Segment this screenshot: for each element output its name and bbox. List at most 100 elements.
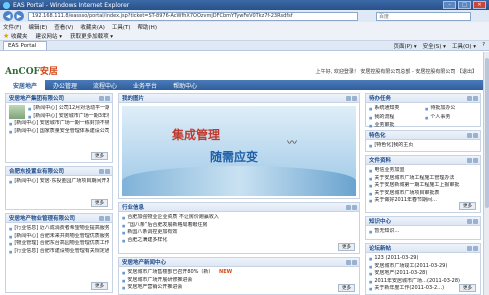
panel-knowledge: 知识中心 暂无知识… — [365, 216, 481, 240]
seagull-icon: 〰 — [287, 138, 297, 149]
nav-business[interactable]: 业务平台 — [125, 81, 165, 90]
more-button[interactable]: 更多 — [459, 284, 476, 292]
forward-button[interactable]: ▶ — [14, 11, 24, 21]
close-icon[interactable] — [105, 215, 110, 221]
suggested-sites-link[interactable]: 建议网站 ▾ — [36, 32, 63, 40]
vertical-scrollbar[interactable] — [483, 52, 489, 295]
page-menu[interactable]: 页面(P) ▾ — [394, 42, 417, 50]
menu-file[interactable]: 文件(F) — [3, 23, 21, 31]
page-content: AnCOF安居 上午好, 欢迎登录！ 安居控股有限公司总部 - 安居控股有限公司… — [0, 52, 483, 295]
favorites-button[interactable]: ★ 收藏夹 — [3, 32, 28, 40]
portal-logo: AnCOF安居 — [5, 67, 58, 77]
list-item[interactable]: “国八条”后合肥发展新格局着眼住房 — [122, 222, 356, 230]
list-item[interactable]: [行业信息] 合肥市建设物业管理有关规定通过中组… — [9, 248, 109, 256]
menu-view[interactable]: 查看(V) — [54, 23, 73, 31]
close-icon[interactable] — [105, 95, 110, 101]
panel-tasks: 待办任务 系统通知类 待批加办公 我的流程 个人事务 业务审批 — [365, 93, 481, 130]
close-icon[interactable] — [352, 95, 357, 101]
new-badge: NEW — [219, 269, 233, 275]
list-item[interactable]: [特色化]我的主页 — [369, 142, 477, 150]
list-item[interactable]: 关于安居城市广场工程施工管理办法 — [369, 175, 477, 183]
list-item[interactable]: 关于安居城市广场项目审批表 — [369, 190, 477, 198]
close-icon[interactable] — [473, 132, 478, 138]
nav-help[interactable]: 帮助中心 — [165, 81, 205, 90]
list-item[interactable]: 安居城市广场竣工(2011-03-29) — [369, 263, 477, 271]
collapse-icon[interactable] — [467, 218, 472, 224]
url-input[interactable]: 192.168.111.8/eassso/portal/index.jsp?ti… — [28, 11, 358, 21]
close-icon[interactable] — [105, 168, 110, 174]
maximize-button[interactable]: □ — [458, 1, 471, 9]
search-input[interactable]: 百度 — [376, 11, 471, 21]
nav-office[interactable]: 办公管理 — [45, 81, 85, 90]
nav-process[interactable]: 流程中心 — [85, 81, 125, 90]
back-button[interactable]: ◀ — [3, 11, 13, 21]
list-item[interactable]: [新闻中心] 公司12月对活动平一期的基础资料进行… — [28, 105, 109, 113]
task-link[interactable]: 个人事务 — [425, 114, 477, 122]
list-item[interactable]: [物业管理] 合肥东台高园物业管理优质工作 — [9, 240, 109, 248]
list-item[interactable]: [新闻中心] 安居城市广场一期3年楼续集团启动 — [28, 113, 109, 121]
task-link[interactable]: 待批加办公 — [425, 105, 477, 113]
list-item[interactable]: [行业信息] 近八成消费者希望物业提高服务 — [9, 225, 109, 233]
collapse-icon[interactable] — [346, 204, 351, 210]
list-item[interactable]: 电信业务加盟 — [369, 167, 477, 175]
collapse-icon[interactable] — [346, 259, 351, 265]
nav-home[interactable]: 安居地产 — [5, 80, 46, 90]
more-button[interactable]: 更多 — [91, 152, 108, 160]
menu-bar: 文件(F) 编辑(E) 查看(V) 收藏夹(A) 工具(T) 帮助(H) — [0, 22, 489, 31]
more-button[interactable]: 更多 — [338, 243, 355, 251]
list-item[interactable]: 安居地产营销公开推进会 — [122, 284, 356, 292]
menu-tools[interactable]: 工具(T) — [112, 23, 131, 31]
help-menu[interactable]: ? — [482, 42, 485, 50]
close-icon[interactable] — [473, 157, 478, 163]
task-link[interactable]: 我的流程 — [369, 114, 421, 122]
scrollbar-thumb[interactable] — [485, 58, 489, 208]
collapse-icon[interactable] — [346, 95, 351, 101]
minimize-button[interactable]: – — [443, 1, 456, 9]
collapse-icon[interactable] — [467, 157, 472, 163]
collapse-icon[interactable] — [467, 95, 472, 101]
user-greeting: 上午好, 欢迎登录！ 安居控股有限公司总部 - 安居控股有限公司 【退出】 — [315, 69, 477, 75]
close-icon[interactable] — [473, 95, 478, 101]
more-button[interactable]: 更多 — [338, 284, 355, 292]
close-icon[interactable] — [473, 218, 478, 224]
more-button[interactable]: 更多 — [91, 199, 108, 207]
window-title: EAS Portal - Windows Internet Explorer — [13, 1, 130, 9]
list-item[interactable]: 新国八条调控更加有效 — [122, 229, 356, 237]
menu-help[interactable]: 帮助(H) — [138, 23, 157, 31]
list-item[interactable]: 安居地产(2011-03-28) — [369, 270, 477, 278]
task-link[interactable]: 系统通知类 — [369, 105, 421, 113]
panel-forum: 论坛新帖 123 (2011-03-29) 安居城市广场竣工(2011-03-2… — [365, 243, 481, 295]
close-button[interactable]: ✕ — [473, 1, 486, 9]
tab-eas-portal[interactable]: EAS Portal — [3, 41, 48, 50]
list-item[interactable]: [新闻中心] 安居·东投金园广场项目期间开发建设以来精准管理1O多项目 — [9, 178, 109, 186]
more-button[interactable]: 更多 — [459, 202, 476, 210]
tools-menu[interactable]: 工具(O) ▾ — [452, 42, 476, 50]
collapse-icon[interactable] — [99, 95, 104, 101]
list-item[interactable]: 安居城市广场开展研修推进会 — [122, 277, 356, 285]
task-link[interactable]: 业务审批 — [369, 122, 421, 130]
more-button[interactable]: 更多 — [91, 282, 108, 290]
panel-property: 安居地产物业管理有限公司 [行业信息] 近八成消费者希望物业提高服务 [新闻中心… — [5, 213, 113, 293]
close-icon[interactable] — [473, 245, 478, 251]
list-item[interactable]: [新闻中心] 国家质量安全管理体系建设公司通过复审合格 — [9, 128, 109, 136]
list-item[interactable]: 123 (2011-03-29) — [369, 255, 477, 263]
menu-favorites[interactable]: 收藏夹(A) — [80, 23, 105, 31]
list-item[interactable]: 合肥之满建多样化 — [122, 237, 356, 245]
collapse-icon[interactable] — [467, 132, 472, 138]
list-item[interactable]: [新闻中心] 合肥未来共商物业管理优质服务 — [9, 233, 109, 241]
list-item[interactable]: 关于安居新城第一期工程施工上报审批 — [369, 182, 477, 190]
list-item[interactable]: 合肥加强物业企业资质 不让房价跑赢收入 — [122, 214, 356, 222]
collapse-icon[interactable] — [467, 245, 472, 251]
command-bar: 页面(P) ▾ 安全(S) ▾ 工具(O) ▾ ? — [394, 42, 489, 50]
menu-edit[interactable]: 编辑(E) — [28, 23, 47, 31]
banner-text-1: 集成管理 — [172, 128, 221, 142]
safety-menu[interactable]: 安全(S) ▾ — [423, 42, 446, 50]
panel-documents: 文件资料 电信业务加盟 关于安居城市广场工程施工管理办法 关于安居新城第一期工程… — [365, 155, 481, 213]
close-icon[interactable] — [352, 204, 357, 210]
get-addons-link[interactable]: 获取更多加载项 ▾ — [70, 32, 113, 40]
collapse-icon[interactable] — [99, 168, 104, 174]
close-icon[interactable] — [352, 259, 357, 265]
list-item[interactable]: 安居城市广场售楼部已召开80%（新） NEW — [122, 269, 356, 277]
list-item[interactable]: [新闻中心] 安居城市广场一期一栋封顶不锈钢施工阶段正式开工 — [9, 120, 109, 128]
collapse-icon[interactable] — [99, 215, 104, 221]
